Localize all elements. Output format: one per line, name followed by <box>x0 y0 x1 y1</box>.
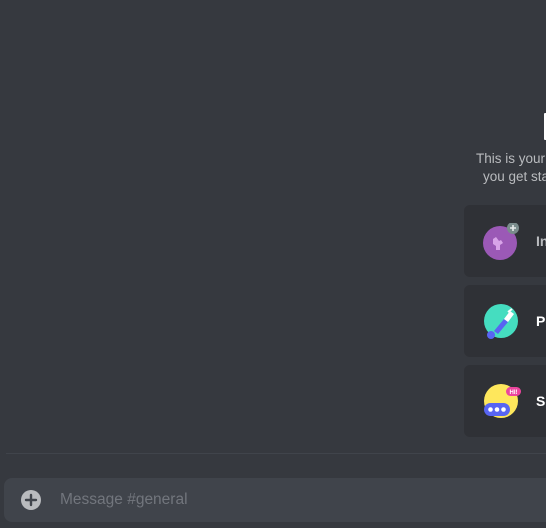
invite-friends-icon <box>482 222 519 260</box>
attach-button[interactable] <box>20 489 42 511</box>
composer-divider <box>6 453 546 454</box>
welcome-line-1: This is your <box>476 151 546 166</box>
personalize-server-icon <box>482 303 518 339</box>
invite-friends-card[interactable]: In <box>464 205 546 277</box>
send-message-label: Se <box>536 393 546 409</box>
invite-friends-label: In <box>536 233 546 249</box>
message-input[interactable] <box>60 478 540 522</box>
personalize-label: Pe <box>536 313 546 329</box>
plus-circle-icon <box>20 490 42 514</box>
send-message-card[interactable]: HI! Se <box>464 365 546 437</box>
welcome-line-2: you get sta <box>483 169 546 184</box>
personalize-card[interactable]: Pe <box>464 285 546 357</box>
message-composer <box>4 478 546 522</box>
svg-text:HI!: HI! <box>510 390 518 396</box>
send-first-message-icon: HI! <box>482 383 521 419</box>
welcome-description: This is your you get sta <box>476 150 546 186</box>
chat-area: This is your you get sta In Pe <box>0 0 546 528</box>
